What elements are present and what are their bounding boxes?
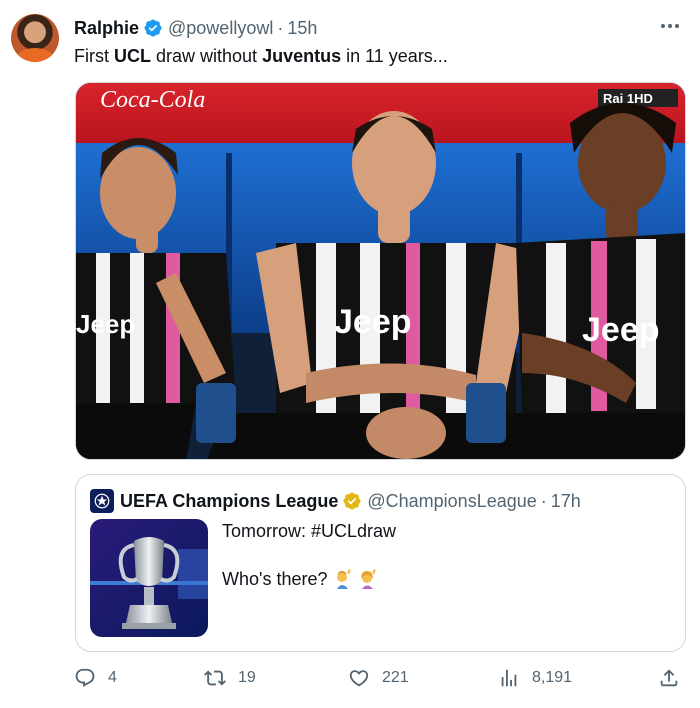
retweet-button[interactable]: 19 [204,664,256,692]
verified-badge-icon [342,491,362,511]
like-button[interactable]: 221 [348,664,409,692]
separator: · [277,17,284,38]
avatar[interactable] [11,14,59,62]
retweet-icon [204,670,226,686]
reply-icon [75,668,95,687]
quote-handle[interactable]: @ChampionsLeague [367,491,536,512]
tweet-text: First UCL draw without Juventus in 11 ye… [74,46,448,66]
quote-separator: · [540,490,547,511]
views-icon [501,669,517,687]
views-button[interactable]: 8,191 [498,664,572,692]
share-button[interactable] [658,664,680,692]
man-raising-hand-emoji-icon [333,569,353,589]
tweet-photo[interactable]: Coca-Cola Rai 1HD Jeep Jeep Jeep [75,82,686,460]
woman-raising-hand-emoji-icon [358,569,378,589]
timestamp[interactable]: 15h [287,18,317,39]
views-count: 8,191 [532,669,573,686]
verified-badge-icon [143,18,163,38]
display-name[interactable]: Ralphie [74,18,139,39]
starball-icon [94,493,110,509]
quote-text-line1: Tomorrow: #UCLdraw [222,521,397,541]
tweet-header: Ralphie @powellyowl · 15h [74,16,317,40]
jersey-left-text: Jeep [76,309,135,339]
quote-avatar[interactable] [90,489,114,513]
photo-illustration: Coca-Cola Rai 1HD Jeep Jeep Jeep [76,83,685,459]
bold-juventus: Juventus [262,46,342,66]
action-bar: 4 19 221 8,191 [74,664,690,692]
share-icon [660,669,678,687]
quote-thumbnail[interactable] [90,519,208,637]
reply-button[interactable]: 4 [74,664,117,692]
retweet-count: 19 [238,669,256,686]
trophy-image [90,519,208,637]
jersey-right-text: Jeep [582,311,660,349]
like-icon [349,670,369,687]
quoted-tweet[interactable]: UEFA Champions League @ChampionsLeague ·… [75,474,686,652]
quote-timestamp[interactable]: 17h [551,491,581,512]
bold-ucl: UCL [114,46,151,66]
handle[interactable]: @powellyowl [168,18,273,39]
quote-text-line2: Who's there? [222,567,378,591]
like-count: 221 [382,669,409,686]
jersey-center-text: Jeep [334,303,412,341]
quote-header: UEFA Champions League @ChampionsLeague ·… [90,489,581,513]
tweet[interactable]: Ralphie @powellyowl · 15h First UCL draw… [0,0,700,708]
quote-display-name[interactable]: UEFA Champions League [120,491,338,512]
reply-count: 4 [108,669,117,686]
sponsor-logo: Coca-Cola [100,87,205,113]
more-icon[interactable] [658,16,682,36]
quote-text-question: Who's there? [222,569,328,589]
